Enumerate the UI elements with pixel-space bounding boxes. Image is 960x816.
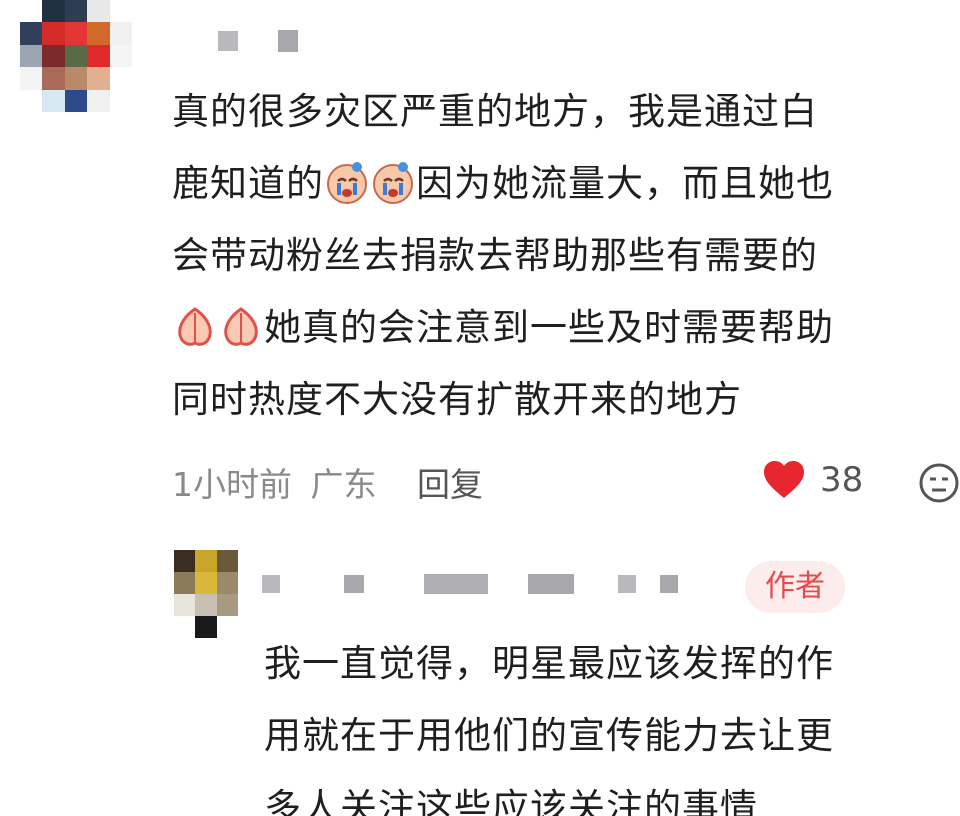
heart-icon: [764, 461, 804, 498]
comment-line: 真的很多灾区严重的地方，我是通过白: [172, 90, 818, 133]
reply-line: 多人关注这些应该关注的事情: [264, 786, 758, 816]
reply-button[interactable]: 回复: [417, 465, 483, 504]
crying-face-icon: [327, 161, 367, 204]
comment-thread: 真的很多灾区严重的地方，我是通过白 鹿知道的 因为她流量大，而且她也 会带动粉丝去…: [0, 0, 960, 816]
clasped-hands-icon: [178, 306, 212, 346]
reply-line: 用就在于用他们的宣传能力去让更: [264, 714, 834, 757]
reply-username[interactable]: [262, 574, 678, 594]
like-button[interactable]: 38: [762, 460, 863, 500]
dislike-face-icon[interactable]: [918, 462, 960, 504]
avatar[interactable]: [20, 0, 132, 112]
comment-line: 她真的会注意到一些及时需要帮助: [172, 292, 834, 364]
like-count: 38: [820, 460, 864, 500]
reply-body: 我一直觉得，明星最应该发挥的作 用就在于用他们的宣传能力去让更 多人关注这些应该…: [264, 628, 834, 816]
author-badge: 作者: [745, 561, 845, 613]
reply-line: 我一直觉得，明星最应该发挥的作: [264, 642, 834, 685]
comment-line: 会带动粉丝去捐款去帮助那些有需要的: [172, 234, 818, 277]
username[interactable]: [218, 30, 298, 52]
timestamp: 1小时前: [172, 465, 292, 504]
reply-avatar[interactable]: [174, 550, 238, 638]
location: 广东: [310, 465, 377, 504]
crying-face-icon: [373, 161, 413, 204]
comment-body: 真的很多灾区严重的地方，我是通过白 鹿知道的 因为她流量大，而且她也 会带动粉丝去…: [172, 76, 834, 436]
comment-meta: 1小时前 广东 回复: [172, 458, 491, 506]
comment-line: 同时热度不大没有扩散开来的地方: [172, 378, 742, 421]
clasped-hands-icon: [224, 306, 258, 346]
comment-line: 鹿知道的 因为她流量大，而且她也: [172, 148, 834, 220]
